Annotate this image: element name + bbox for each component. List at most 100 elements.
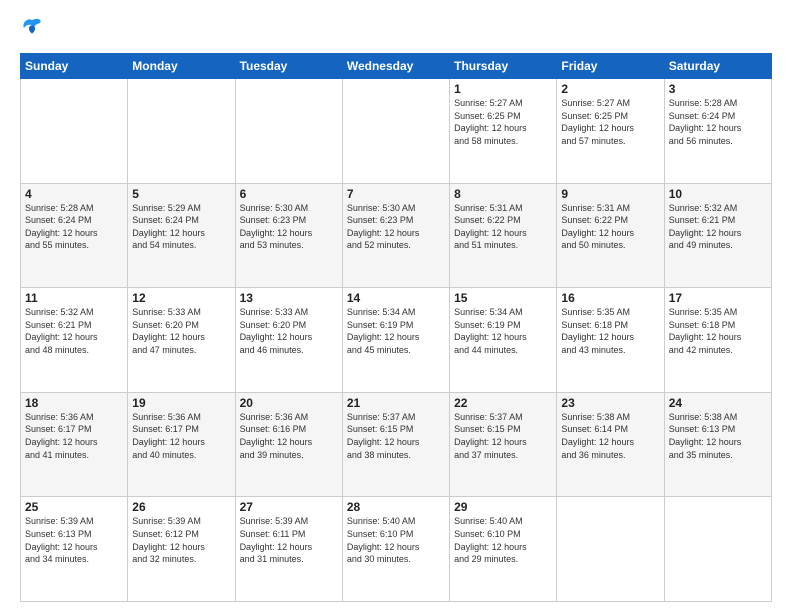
- day-info: Sunrise: 5:32 AM Sunset: 6:21 PM Dayligh…: [669, 202, 767, 252]
- day-info: Sunrise: 5:39 AM Sunset: 6:13 PM Dayligh…: [25, 515, 123, 565]
- calendar-cell: 26Sunrise: 5:39 AM Sunset: 6:12 PM Dayli…: [128, 497, 235, 602]
- day-number: 27: [240, 500, 338, 514]
- day-info: Sunrise: 5:29 AM Sunset: 6:24 PM Dayligh…: [132, 202, 230, 252]
- calendar-day-header: Thursday: [450, 54, 557, 79]
- calendar-cell: [235, 79, 342, 184]
- calendar-cell: 15Sunrise: 5:34 AM Sunset: 6:19 PM Dayli…: [450, 288, 557, 393]
- day-info: Sunrise: 5:36 AM Sunset: 6:17 PM Dayligh…: [132, 411, 230, 461]
- calendar-day-header: Tuesday: [235, 54, 342, 79]
- calendar-cell: 29Sunrise: 5:40 AM Sunset: 6:10 PM Dayli…: [450, 497, 557, 602]
- calendar-cell: 27Sunrise: 5:39 AM Sunset: 6:11 PM Dayli…: [235, 497, 342, 602]
- day-number: 24: [669, 396, 767, 410]
- calendar-cell: 8Sunrise: 5:31 AM Sunset: 6:22 PM Daylig…: [450, 183, 557, 288]
- day-number: 9: [561, 187, 659, 201]
- logo-icon: [20, 16, 44, 45]
- calendar-week-row: 18Sunrise: 5:36 AM Sunset: 6:17 PM Dayli…: [21, 392, 772, 497]
- day-number: 29: [454, 500, 552, 514]
- calendar-day-header: Friday: [557, 54, 664, 79]
- header: [20, 16, 772, 45]
- calendar-cell: 20Sunrise: 5:36 AM Sunset: 6:16 PM Dayli…: [235, 392, 342, 497]
- calendar-cell: 18Sunrise: 5:36 AM Sunset: 6:17 PM Dayli…: [21, 392, 128, 497]
- calendar-cell: 11Sunrise: 5:32 AM Sunset: 6:21 PM Dayli…: [21, 288, 128, 393]
- calendar-day-header: Sunday: [21, 54, 128, 79]
- day-number: 18: [25, 396, 123, 410]
- day-info: Sunrise: 5:33 AM Sunset: 6:20 PM Dayligh…: [132, 306, 230, 356]
- day-number: 17: [669, 291, 767, 305]
- day-info: Sunrise: 5:30 AM Sunset: 6:23 PM Dayligh…: [347, 202, 445, 252]
- calendar-day-header: Monday: [128, 54, 235, 79]
- day-number: 11: [25, 291, 123, 305]
- day-info: Sunrise: 5:32 AM Sunset: 6:21 PM Dayligh…: [25, 306, 123, 356]
- day-number: 22: [454, 396, 552, 410]
- calendar-cell: 28Sunrise: 5:40 AM Sunset: 6:10 PM Dayli…: [342, 497, 449, 602]
- day-info: Sunrise: 5:37 AM Sunset: 6:15 PM Dayligh…: [454, 411, 552, 461]
- calendar-week-row: 11Sunrise: 5:32 AM Sunset: 6:21 PM Dayli…: [21, 288, 772, 393]
- day-info: Sunrise: 5:35 AM Sunset: 6:18 PM Dayligh…: [561, 306, 659, 356]
- day-number: 26: [132, 500, 230, 514]
- day-info: Sunrise: 5:38 AM Sunset: 6:14 PM Dayligh…: [561, 411, 659, 461]
- day-info: Sunrise: 5:37 AM Sunset: 6:15 PM Dayligh…: [347, 411, 445, 461]
- day-number: 19: [132, 396, 230, 410]
- day-info: Sunrise: 5:39 AM Sunset: 6:12 PM Dayligh…: [132, 515, 230, 565]
- day-number: 3: [669, 82, 767, 96]
- day-number: 7: [347, 187, 445, 201]
- day-number: 8: [454, 187, 552, 201]
- day-info: Sunrise: 5:40 AM Sunset: 6:10 PM Dayligh…: [347, 515, 445, 565]
- calendar-cell: [557, 497, 664, 602]
- calendar-week-row: 25Sunrise: 5:39 AM Sunset: 6:13 PM Dayli…: [21, 497, 772, 602]
- calendar-cell: 14Sunrise: 5:34 AM Sunset: 6:19 PM Dayli…: [342, 288, 449, 393]
- day-info: Sunrise: 5:40 AM Sunset: 6:10 PM Dayligh…: [454, 515, 552, 565]
- day-info: Sunrise: 5:35 AM Sunset: 6:18 PM Dayligh…: [669, 306, 767, 356]
- day-number: 13: [240, 291, 338, 305]
- calendar-cell: 23Sunrise: 5:38 AM Sunset: 6:14 PM Dayli…: [557, 392, 664, 497]
- day-info: Sunrise: 5:36 AM Sunset: 6:17 PM Dayligh…: [25, 411, 123, 461]
- day-info: Sunrise: 5:33 AM Sunset: 6:20 PM Dayligh…: [240, 306, 338, 356]
- calendar-week-row: 1Sunrise: 5:27 AM Sunset: 6:25 PM Daylig…: [21, 79, 772, 184]
- calendar-cell: 10Sunrise: 5:32 AM Sunset: 6:21 PM Dayli…: [664, 183, 771, 288]
- calendar-cell: 17Sunrise: 5:35 AM Sunset: 6:18 PM Dayli…: [664, 288, 771, 393]
- day-number: 4: [25, 187, 123, 201]
- day-number: 5: [132, 187, 230, 201]
- day-number: 12: [132, 291, 230, 305]
- day-number: 21: [347, 396, 445, 410]
- calendar-cell: 25Sunrise: 5:39 AM Sunset: 6:13 PM Dayli…: [21, 497, 128, 602]
- page: SundayMondayTuesdayWednesdayThursdayFrid…: [0, 0, 792, 612]
- day-info: Sunrise: 5:27 AM Sunset: 6:25 PM Dayligh…: [454, 97, 552, 147]
- day-info: Sunrise: 5:39 AM Sunset: 6:11 PM Dayligh…: [240, 515, 338, 565]
- day-number: 25: [25, 500, 123, 514]
- day-number: 1: [454, 82, 552, 96]
- day-number: 10: [669, 187, 767, 201]
- day-number: 23: [561, 396, 659, 410]
- calendar-cell: 9Sunrise: 5:31 AM Sunset: 6:22 PM Daylig…: [557, 183, 664, 288]
- day-info: Sunrise: 5:36 AM Sunset: 6:16 PM Dayligh…: [240, 411, 338, 461]
- day-number: 2: [561, 82, 659, 96]
- day-number: 16: [561, 291, 659, 305]
- calendar-cell: 4Sunrise: 5:28 AM Sunset: 6:24 PM Daylig…: [21, 183, 128, 288]
- day-number: 28: [347, 500, 445, 514]
- calendar-cell: 6Sunrise: 5:30 AM Sunset: 6:23 PM Daylig…: [235, 183, 342, 288]
- calendar-header-row: SundayMondayTuesdayWednesdayThursdayFrid…: [21, 54, 772, 79]
- calendar-cell: 12Sunrise: 5:33 AM Sunset: 6:20 PM Dayli…: [128, 288, 235, 393]
- calendar-day-header: Wednesday: [342, 54, 449, 79]
- calendar-cell: 7Sunrise: 5:30 AM Sunset: 6:23 PM Daylig…: [342, 183, 449, 288]
- calendar-cell: [342, 79, 449, 184]
- calendar-cell: 1Sunrise: 5:27 AM Sunset: 6:25 PM Daylig…: [450, 79, 557, 184]
- calendar-cell: 3Sunrise: 5:28 AM Sunset: 6:24 PM Daylig…: [664, 79, 771, 184]
- day-info: Sunrise: 5:34 AM Sunset: 6:19 PM Dayligh…: [454, 306, 552, 356]
- day-info: Sunrise: 5:38 AM Sunset: 6:13 PM Dayligh…: [669, 411, 767, 461]
- calendar-cell: 19Sunrise: 5:36 AM Sunset: 6:17 PM Dayli…: [128, 392, 235, 497]
- day-number: 15: [454, 291, 552, 305]
- calendar-cell: [21, 79, 128, 184]
- day-number: 14: [347, 291, 445, 305]
- calendar-cell: [128, 79, 235, 184]
- logo: [20, 16, 48, 45]
- calendar-week-row: 4Sunrise: 5:28 AM Sunset: 6:24 PM Daylig…: [21, 183, 772, 288]
- day-info: Sunrise: 5:28 AM Sunset: 6:24 PM Dayligh…: [669, 97, 767, 147]
- day-info: Sunrise: 5:30 AM Sunset: 6:23 PM Dayligh…: [240, 202, 338, 252]
- calendar-cell: 21Sunrise: 5:37 AM Sunset: 6:15 PM Dayli…: [342, 392, 449, 497]
- calendar-cell: 22Sunrise: 5:37 AM Sunset: 6:15 PM Dayli…: [450, 392, 557, 497]
- day-info: Sunrise: 5:28 AM Sunset: 6:24 PM Dayligh…: [25, 202, 123, 252]
- calendar-cell: [664, 497, 771, 602]
- day-number: 20: [240, 396, 338, 410]
- calendar-cell: 13Sunrise: 5:33 AM Sunset: 6:20 PM Dayli…: [235, 288, 342, 393]
